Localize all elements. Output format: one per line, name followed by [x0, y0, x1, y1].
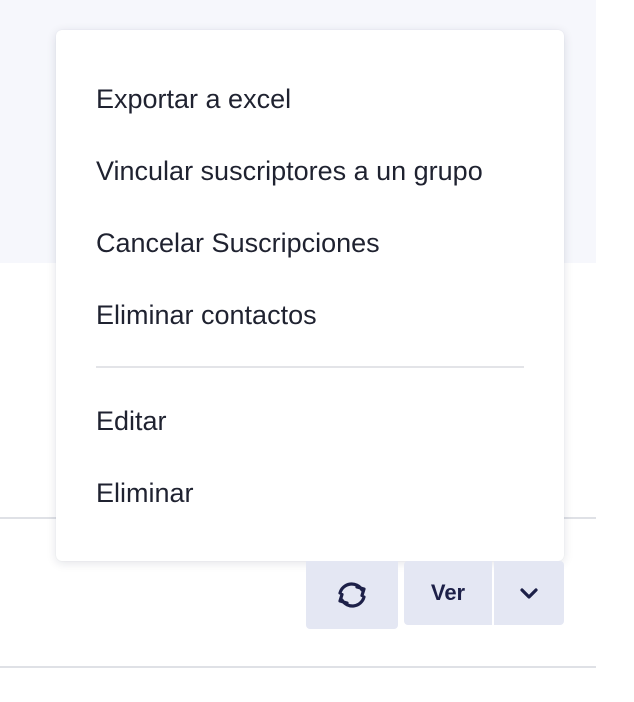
table-divider — [0, 666, 596, 668]
actions-dropdown-menu: Exportar a excel Vincular suscriptores a… — [56, 30, 564, 561]
refresh-button[interactable] — [306, 561, 398, 629]
menu-item-cancel-subscriptions[interactable]: Cancelar Suscripciones — [96, 225, 380, 261]
chevron-down-icon — [519, 586, 539, 600]
menu-item-link-subscribers-group[interactable]: Vincular suscriptores a un grupo — [96, 153, 483, 189]
refresh-icon — [331, 578, 373, 612]
menu-item-edit[interactable]: Editar — [96, 403, 167, 439]
menu-item-delete-contacts[interactable]: Eliminar contactos — [96, 297, 317, 333]
view-button[interactable]: Ver — [404, 561, 492, 625]
menu-divider — [96, 366, 524, 368]
menu-item-delete[interactable]: Eliminar — [96, 475, 194, 511]
view-options-dropdown-button[interactable] — [494, 561, 564, 625]
menu-item-export-excel[interactable]: Exportar a excel — [96, 81, 291, 117]
